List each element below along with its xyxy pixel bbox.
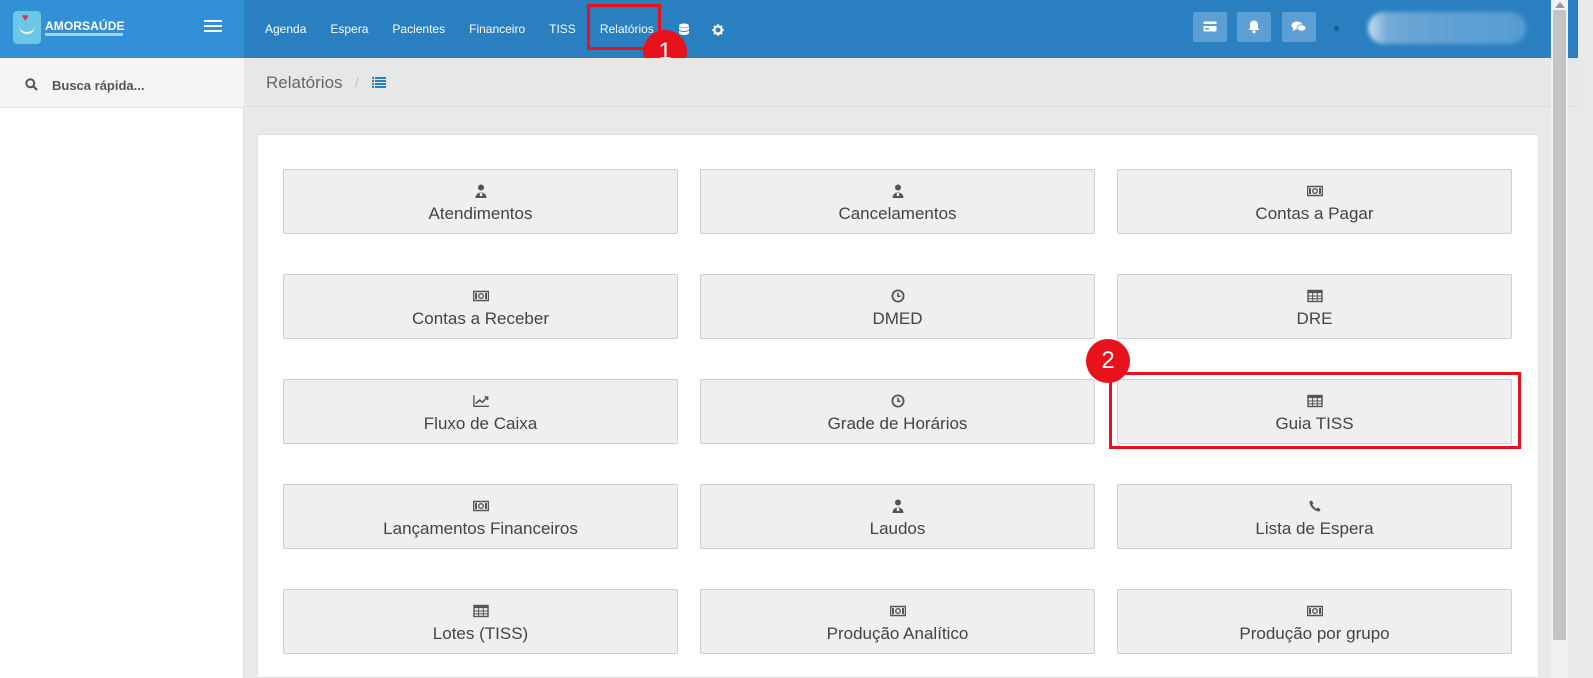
notifications-button[interactable] [1237, 12, 1271, 42]
clock-icon [890, 394, 906, 408]
phone-icon [1307, 499, 1323, 513]
money-bill-icon [1306, 604, 1323, 618]
report-label: Lançamentos Financeiros [383, 519, 578, 538]
hamburger-menu-icon[interactable] [204, 20, 222, 34]
report-button-atendimentos[interactable]: Atendimentos [283, 169, 678, 234]
highlight-guia-tiss [1109, 372, 1521, 449]
search-placeholder: Busca rápida... [52, 78, 145, 93]
table-icon [1306, 289, 1323, 303]
sidebar: Busca rápida... [0, 58, 244, 678]
report-label: Fluxo de Caixa [423, 414, 538, 433]
user-profile-blurred[interactable] [1368, 12, 1526, 44]
chat-button[interactable] [1282, 12, 1316, 42]
money-bill-icon [889, 604, 906, 618]
report-label: Produção Analítico [826, 624, 969, 643]
user-doctor-icon [890, 184, 906, 198]
scrollbar-thumb[interactable] [1553, 10, 1566, 640]
money-bill-icon [472, 289, 489, 303]
nav-financeiro[interactable]: Financeiro [469, 22, 525, 36]
report-button-producao-analitico[interactable]: Produção Analítico [700, 589, 1095, 654]
report-label: DRE [1296, 309, 1333, 328]
line-chart-icon [472, 394, 489, 408]
user-doctor-icon [890, 499, 906, 513]
nav-tiss[interactable]: TISS [549, 22, 576, 36]
report-button-contas-a-receber[interactable]: Contas a Receber [283, 274, 678, 339]
list-icon[interactable] [372, 77, 386, 88]
nav-pacientes[interactable]: Pacientes [392, 22, 445, 36]
user-doctor-icon [473, 184, 489, 198]
report-button-lista-de-espera[interactable]: Lista de Espera [1117, 484, 1512, 549]
page-title: Relatórios [266, 73, 343, 92]
table-icon [472, 604, 489, 618]
report-button-fluxo-de-caixa[interactable]: Fluxo de Caixa [283, 379, 678, 444]
bell-icon [1248, 20, 1260, 34]
report-label: Contas a Receber [411, 309, 550, 328]
report-button-cancelamentos[interactable]: Cancelamentos [700, 169, 1095, 234]
logo-tagline [45, 33, 123, 36]
report-label: Atendimentos [428, 204, 533, 223]
report-button-lotes-tiss[interactable]: Lotes (TISS) [283, 589, 678, 654]
report-label: Lista de Espera [1255, 519, 1374, 538]
clock-icon [890, 289, 906, 303]
status-dot [1334, 26, 1339, 31]
top-navbar: ♥ AMORSAÚDE Agenda Espera Pacientes Fina… [0, 0, 1578, 58]
breadcrumb: Relatórios / [244, 58, 1578, 107]
scroll-up-arrow[interactable] [1555, 2, 1565, 8]
report-button-laudos[interactable]: Laudos [700, 484, 1095, 549]
report-button-contas-a-pagar[interactable]: Contas a Pagar [1117, 169, 1512, 234]
report-button-lancamentos-financeiros[interactable]: Lançamentos Financeiros [283, 484, 678, 549]
gear-icon[interactable] [712, 23, 724, 36]
report-label: Contas a Pagar [1255, 204, 1374, 223]
report-button-dre[interactable]: DRE [1117, 274, 1512, 339]
card-button[interactable] [1193, 12, 1227, 42]
money-bill-icon [1306, 184, 1323, 198]
nav-espera[interactable]: Espera [330, 22, 368, 36]
report-label: Produção por grupo [1239, 624, 1390, 643]
quick-search[interactable]: Busca rápida... [0, 58, 244, 108]
report-button-grade-de-horarios[interactable]: Grade de Horários [700, 379, 1095, 444]
report-label: DMED [872, 309, 923, 328]
report-label: Laudos [869, 519, 926, 538]
report-label: Cancelamentos [838, 204, 957, 223]
search-icon [25, 78, 38, 91]
report-button-dmed[interactable]: DMED [700, 274, 1095, 339]
database-icon[interactable] [678, 23, 690, 35]
money-bill-icon [472, 499, 489, 513]
chat-icon [1291, 21, 1307, 32]
report-label: Grade de Horários [827, 414, 968, 433]
report-button-producao-por-grupo[interactable]: Produção por grupo [1117, 589, 1512, 654]
breadcrumb-separator: / [355, 75, 359, 90]
card-icon [1203, 21, 1217, 32]
brand-area: ♥ AMORSAÚDE [0, 0, 244, 58]
nav-agenda[interactable]: Agenda [265, 22, 306, 36]
logo-icon: ♥ [13, 11, 41, 44]
logo-text: AMORSAÚDE [45, 19, 125, 33]
step-2-marker: 2 [1086, 339, 1130, 383]
report-label: Lotes (TISS) [432, 624, 529, 643]
